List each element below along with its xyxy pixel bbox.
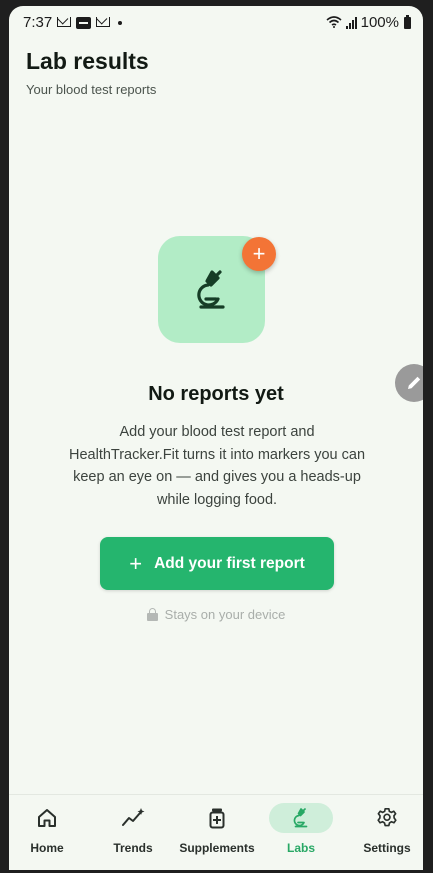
plus-icon: +: [129, 550, 143, 576]
gmail-icon: [57, 17, 72, 28]
trends-icon: [122, 808, 145, 826]
nav-supplements-icon-wrap: [185, 803, 249, 833]
nav-labs[interactable]: Labs: [269, 795, 333, 870]
supplements-icon: [209, 808, 225, 829]
home-icon: [38, 809, 56, 827]
bottom-navigation: Home Trends Supplements Labs Settings: [9, 794, 423, 870]
nav-trends-label: Trends: [113, 841, 153, 855]
nav-settings-label: Settings: [363, 841, 411, 855]
page-subtitle: Your blood test reports: [26, 82, 157, 97]
add-first-report-button[interactable]: + Add your first report: [100, 537, 334, 590]
nav-trends[interactable]: Trends: [101, 795, 165, 870]
battery-icon: [404, 14, 411, 29]
dot-icon: [118, 20, 123, 25]
nav-settings-icon-wrap: [355, 803, 419, 833]
card-icon: [76, 16, 92, 29]
battery-percent: 100%: [360, 14, 399, 31]
empty-title: No reports yet: [148, 383, 284, 405]
nav-labs-icon-wrap: [269, 803, 333, 833]
nav-home-label: Home: [30, 841, 64, 855]
pencil-icon: [408, 376, 421, 389]
microscope-icon: [293, 808, 308, 828]
lock-icon: [146, 608, 158, 621]
gmail-icon: [96, 17, 111, 28]
app-screen: 7:37 100% Lab results Your blood test re…: [9, 6, 423, 870]
page-title: Lab results: [26, 48, 149, 74]
privacy-note: Stays on your device: [9, 607, 423, 622]
add-badge[interactable]: +: [242, 237, 276, 271]
nav-home[interactable]: Home: [15, 795, 79, 870]
phone-frame: 7:37 100% Lab results Your blood test re…: [0, 0, 433, 873]
add-report-label: Add your first report: [154, 554, 305, 572]
nav-trends-icon-wrap: [101, 803, 165, 833]
nav-labs-label: Labs: [286, 841, 315, 855]
wifi-icon: [326, 15, 342, 30]
status-left: 7:37: [23, 14, 123, 31]
status-right: 100%: [326, 14, 411, 31]
nav-home-icon-wrap: [15, 803, 79, 833]
nav-supplements-label: Supplements: [179, 841, 255, 855]
microscope-icon: [196, 269, 225, 309]
status-time: 7:37: [23, 14, 53, 31]
nav-settings[interactable]: Settings: [355, 795, 419, 870]
nav-supplements[interactable]: Supplements: [177, 795, 257, 870]
signal-icon: [345, 16, 357, 29]
empty-description: Add your blood test report and HealthTra…: [69, 424, 366, 508]
privacy-note-text: Stays on your device: [164, 607, 286, 622]
gear-icon: [377, 808, 397, 827]
status-bar: 7:37 100%: [9, 6, 423, 42]
